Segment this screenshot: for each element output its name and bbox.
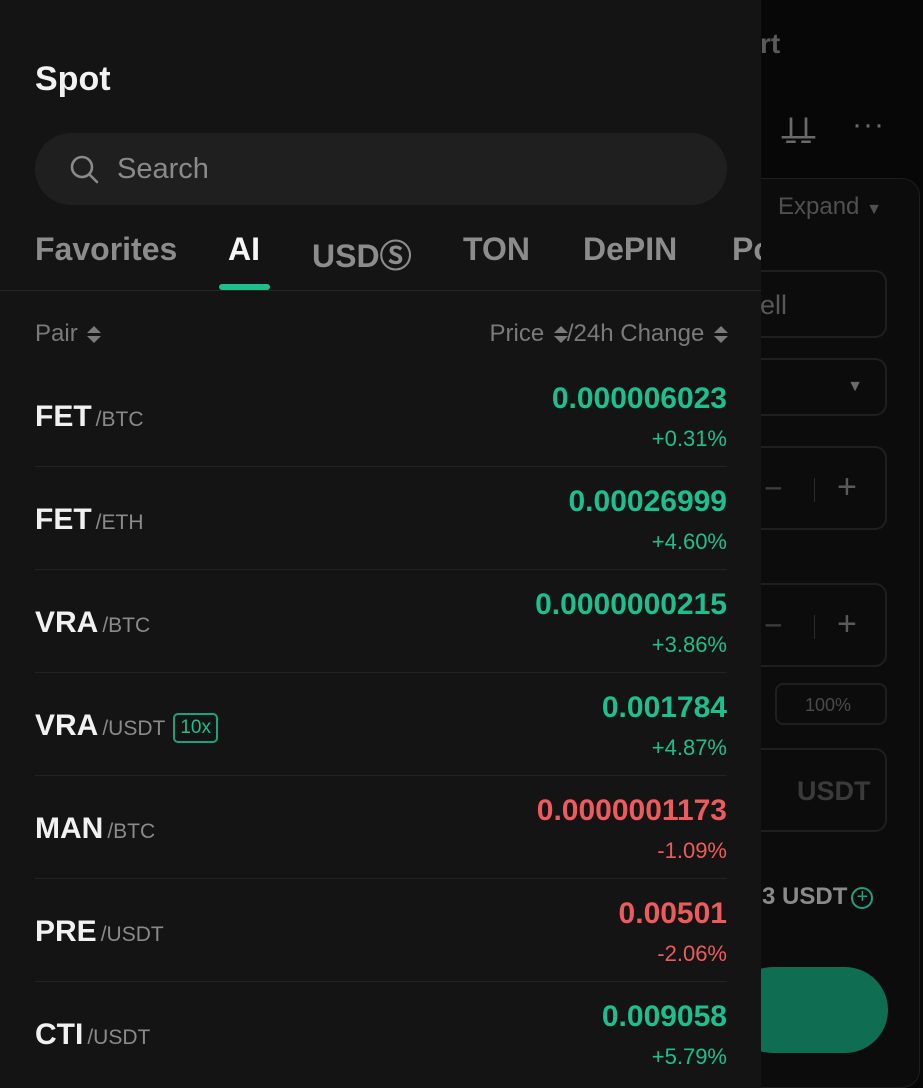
pair-quote: /USDT	[87, 1026, 151, 1049]
drawer-title: Spot	[35, 60, 111, 98]
active-tab-indicator	[219, 284, 270, 290]
candlestick-chart-icon[interactable]: ⍊⍊	[782, 112, 815, 146]
pair-header-label: Pair	[35, 320, 78, 347]
tab-ai[interactable]: AI	[228, 231, 260, 268]
leverage-badge: 10x	[173, 713, 218, 743]
percent-label: 100%	[805, 695, 852, 715]
pair-change: +4.87%	[651, 735, 727, 760]
available-balance: 3 USDT +	[762, 883, 874, 911]
order-type-select[interactable]: ▼	[740, 358, 887, 416]
sell-tab[interactable]: ell	[740, 270, 887, 338]
stepper-divider	[814, 615, 815, 639]
pair-quote: /BTC	[95, 408, 144, 431]
plus-icon[interactable]: +	[837, 468, 857, 507]
pair-quote: /BTC	[102, 614, 151, 637]
pair-quote: /USDT	[100, 923, 164, 946]
pair-price: 0.00501	[618, 897, 727, 930]
tab-po[interactable]: Po	[732, 231, 761, 268]
pair-base: CTI	[35, 1018, 84, 1051]
spot-market-drawer: Spot Favorites AI USDⓈ TON DePIN Po Pair…	[0, 0, 761, 1088]
background-title: rt	[760, 28, 781, 59]
app-root: rt ⍊⍊ ··· Expand ▼ ell ▼ − + − + 100% US…	[0, 0, 923, 1088]
minus-icon[interactable]: −	[764, 607, 783, 644]
pair-name: FET/BTC	[35, 400, 144, 434]
pair-name: PRE/USDT	[35, 915, 164, 949]
pair-change: -2.06%	[657, 941, 727, 966]
pair-price: 0.009058	[601, 1000, 727, 1033]
pair-name: MAN/BTC	[35, 812, 155, 846]
pair-name: VRA/USDT 10x	[35, 709, 218, 743]
stepper-divider	[814, 478, 815, 502]
sort-icon	[86, 325, 102, 344]
pair-column-header[interactable]: Pair	[35, 320, 102, 348]
pair-row[interactable]: PRE/USDT 0.00501 -2.06%	[35, 879, 727, 982]
balance-text: 3 USDT	[762, 883, 848, 910]
pair-base: MAN	[35, 812, 104, 845]
pair-base: VRA	[35, 709, 99, 742]
pair-base: PRE	[35, 915, 97, 948]
caret-down-icon: ▼	[866, 201, 882, 218]
pair-row[interactable]: VRA/USDT 10x 0.001784 +4.87%	[35, 673, 727, 776]
sort-icon	[713, 325, 728, 344]
pair-change: +0.31%	[651, 426, 727, 451]
expand-label: Expand	[778, 193, 860, 220]
pair-row[interactable]: FET/BTC 0.000006023 +0.31%	[35, 364, 727, 467]
pair-change: +4.60%	[651, 529, 727, 554]
pair-price: 0.000006023	[551, 382, 727, 415]
pair-name: VRA/BTC	[35, 606, 150, 640]
tab-usds[interactable]: USDⓈ	[312, 231, 412, 277]
pair-price: 0.001784	[601, 691, 727, 724]
caret-down-icon: ▼	[847, 378, 863, 395]
pair-row[interactable]: MAN/BTC 0.0000001173 -1.09%	[35, 776, 727, 879]
pair-quote: /USDT	[102, 717, 166, 740]
pair-row[interactable]: FET/ETH 0.00026999 +4.60%	[35, 467, 727, 570]
search-icon	[70, 155, 99, 184]
search-bar[interactable]	[35, 133, 727, 205]
tab-favorites[interactable]: Favorites	[35, 231, 177, 268]
pair-base: VRA	[35, 606, 99, 639]
pair-change: +5.79%	[651, 1044, 727, 1069]
sort-icon	[553, 325, 568, 344]
pair-change: -1.09%	[657, 838, 727, 863]
tab-depin[interactable]: DePIN	[583, 231, 677, 268]
search-input[interactable]	[117, 133, 697, 205]
tab-ton[interactable]: TON	[463, 231, 530, 268]
pair-name: FET/ETH	[35, 503, 144, 537]
pair-base: FET	[35, 400, 92, 433]
pair-price: 0.0000001173	[536, 794, 727, 827]
pair-row[interactable]: VRA/BTC 0.0000000215 +3.86%	[35, 570, 727, 673]
pair-quote: /ETH	[95, 511, 144, 534]
price-header-label: Price	[489, 320, 545, 347]
pair-name: CTI/USDT	[35, 1018, 150, 1052]
expand-toggle[interactable]: Expand ▼	[778, 193, 882, 221]
pair-price: 0.0000000215	[535, 588, 727, 621]
pair-list: FET/BTC 0.000006023 +0.31% FET/ETH 0.0002699…	[35, 364, 727, 1085]
add-funds-icon[interactable]: +	[851, 886, 874, 909]
total-field[interactable]: USDT	[740, 748, 887, 832]
pair-base: FET	[35, 503, 92, 536]
change-header-label: /24h Change	[566, 320, 705, 347]
price-stepper[interactable]: − +	[740, 446, 887, 530]
pair-row[interactable]: CTI/USDT 0.009058 +5.79%	[35, 982, 727, 1085]
more-options-icon[interactable]: ···	[852, 108, 885, 142]
minus-icon[interactable]: −	[764, 470, 783, 507]
percent-100-button[interactable]: 100%	[775, 683, 887, 725]
pair-price: 0.00026999	[568, 485, 728, 518]
total-unit: USDT	[797, 776, 871, 806]
amount-stepper[interactable]: − +	[740, 583, 887, 667]
price-change-column-header[interactable]: Price /24h Change	[489, 320, 728, 348]
pair-change: +3.86%	[651, 632, 727, 657]
pair-quote: /BTC	[107, 820, 156, 843]
category-tabs: Favorites AI USDⓈ TON DePIN Po	[0, 228, 761, 291]
plus-icon[interactable]: +	[837, 605, 857, 644]
sell-label: ell	[760, 290, 788, 320]
